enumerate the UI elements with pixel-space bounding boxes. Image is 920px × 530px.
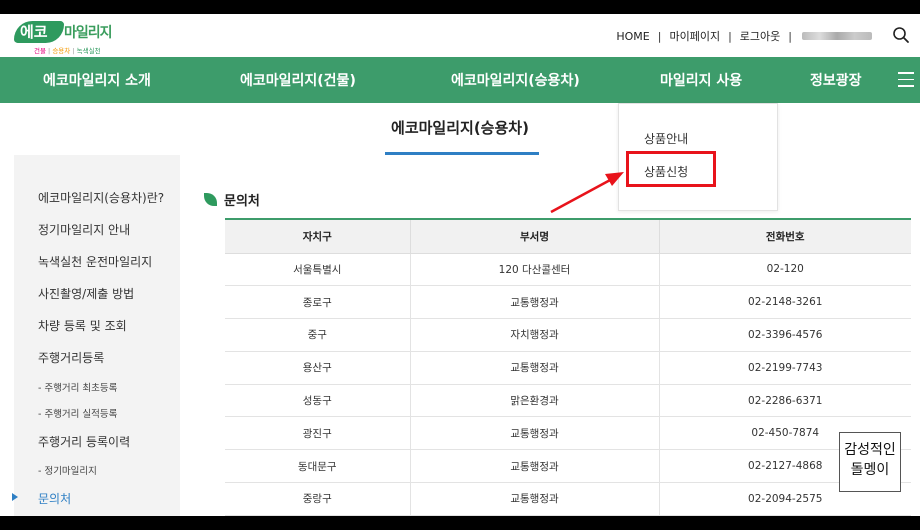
- home-link[interactable]: HOME: [616, 30, 649, 43]
- main-nav: 에코마일리지 소개 에코마일리지(건물) 에코마일리지(승용차) 마일리지 사용…: [0, 57, 920, 103]
- column-header-district: 자치구: [225, 218, 411, 254]
- util-separator: |: [657, 29, 662, 43]
- sidebar-item-about-car[interactable]: 에코마일리지(승용차)란?: [38, 189, 164, 206]
- sidebar-item-photo-method[interactable]: 사진촬영/제출 방법: [38, 285, 134, 302]
- highlight-box: [626, 151, 716, 187]
- top-bar: 에코 마일리지 건물 | 승용차 | 녹색실천 HOME | 마이페이지 | 로…: [0, 14, 920, 57]
- cell-district: 중구: [225, 318, 411, 352]
- blurred-username: [802, 32, 872, 40]
- table-row: 중랑구 교통행정과 02-2094-2575: [225, 482, 911, 516]
- stamp-line-2: 돌멩이: [850, 462, 890, 478]
- cell-department: 교통행정과: [410, 351, 660, 385]
- sidebar: 에코마일리지(승용차)란? 정기마일리지 안내 녹색실천 운전마일리지 사진촬영…: [12, 155, 180, 516]
- table-row: 광진구 교통행정과 02-450-7874: [225, 416, 911, 451]
- cell-district: 용산구: [225, 351, 411, 385]
- utility-links: HOME | 마이페이지 | 로그아웃 |: [616, 28, 872, 44]
- cell-phone: 02-120: [659, 253, 911, 287]
- leaf-icon: [204, 193, 217, 206]
- cell-department: 교통행정과: [410, 285, 660, 320]
- sidebar-item-vehicle-register[interactable]: 차량 등록 및 조회: [38, 317, 127, 334]
- dropdown-item-product-info[interactable]: 상품안내: [644, 130, 688, 147]
- util-separator: |: [788, 29, 792, 43]
- table-header-row: 자치구 부서명 전화번호: [225, 218, 911, 254]
- cell-phone: 02-3396-4576: [659, 318, 911, 352]
- table-row: 서울특별시 120 다산콜센터 02-120: [225, 253, 911, 287]
- cell-district: 서울특별시: [225, 253, 411, 287]
- cell-district: 중랑구: [225, 482, 411, 516]
- menu-icon[interactable]: [898, 72, 914, 87]
- column-header-phone: 전화번호: [659, 218, 911, 254]
- logout-link[interactable]: 로그아웃: [740, 28, 780, 44]
- logo-subtitle: 건물 | 승용차 | 녹색실천: [34, 47, 101, 55]
- contact-table: 자치구 부서명 전화번호 서울특별시 120 다산콜센터 02-120 종로구 …: [225, 218, 911, 516]
- section-title: 문의처: [224, 194, 260, 209]
- cell-department: 자치행정과: [410, 318, 660, 352]
- sidebar-subitem-first-register[interactable]: - 주행거리 최초등록: [38, 380, 117, 394]
- stamp-line-1: 감성적인: [844, 442, 896, 458]
- cell-department: 교통행정과: [410, 416, 660, 451]
- cell-phone: 02-2148-3261: [659, 285, 911, 320]
- logo-text-main: 에코: [20, 23, 48, 41]
- cell-department: 교통행정과: [410, 449, 660, 484]
- mypage-link[interactable]: 마이페이지: [669, 28, 720, 44]
- nav-item-mileage-use[interactable]: 마일리지 사용: [660, 70, 742, 90]
- nav-item-intro[interactable]: 에코마일리지 소개: [43, 70, 151, 90]
- table-row: 동대문구 교통행정과 02-2127-4868: [225, 449, 911, 484]
- cell-phone: 02-2199-7743: [659, 351, 911, 385]
- author-stamp: 감성적인 돌멩이: [839, 432, 901, 492]
- cell-district: 성동구: [225, 384, 411, 418]
- cell-department: 120 다산콜센터: [410, 253, 660, 287]
- nav-item-info[interactable]: 정보광장: [810, 70, 862, 90]
- cell-district: 광진구: [225, 416, 411, 451]
- page-title-area: 에코마일리지(승용차): [0, 103, 920, 155]
- cell-district: 동대문구: [225, 449, 411, 484]
- sidebar-item-green-driving[interactable]: 녹색실천 운전마일리지: [38, 253, 152, 270]
- cell-department: 맑은환경과: [410, 384, 660, 418]
- table-row: 종로구 교통행정과 02-2148-3261: [225, 285, 911, 320]
- sidebar-subitem-regular-mileage[interactable]: - 정기마일리지: [38, 463, 97, 477]
- table-row: 용산구 교통행정과 02-2199-7743: [225, 351, 911, 385]
- active-indicator-icon: [12, 493, 18, 501]
- search-icon[interactable]: [892, 26, 910, 44]
- table-row: 성동구 맑은환경과 02-2286-6371: [225, 384, 911, 418]
- sidebar-subitem-record-register[interactable]: - 주행거리 실적등록: [38, 406, 117, 420]
- sidebar-item-register-history[interactable]: 주행거리 등록이력: [38, 433, 130, 450]
- logo-text-mileage: 마일리지: [64, 25, 113, 41]
- util-separator: |: [728, 29, 732, 43]
- title-underline: [385, 152, 539, 155]
- nav-item-car[interactable]: 에코마일리지(승용차): [451, 70, 580, 90]
- site-logo[interactable]: 에코 마일리지 건물 | 승용차 | 녹색실천: [14, 18, 124, 55]
- page-title: 에코마일리지(승용차): [391, 119, 529, 137]
- sidebar-item-contact[interactable]: 문의처: [38, 490, 71, 507]
- cell-department: 교통행정과: [410, 482, 660, 516]
- table-row: 중구 자치행정과 02-3396-4576: [225, 318, 911, 352]
- column-header-department: 부서명: [410, 218, 660, 254]
- page: 에코 마일리지 건물 | 승용차 | 녹색실천 HOME | 마이페이지 | 로…: [0, 14, 920, 516]
- cell-phone: 02-2286-6371: [659, 384, 911, 418]
- sidebar-item-distance-register[interactable]: 주행거리등록: [38, 349, 104, 366]
- section-heading: 문의처: [204, 190, 260, 209]
- sidebar-item-regular-guide[interactable]: 정기마일리지 안내: [38, 221, 130, 238]
- cell-district: 종로구: [225, 285, 411, 320]
- nav-item-building[interactable]: 에코마일리지(건물): [240, 70, 356, 90]
